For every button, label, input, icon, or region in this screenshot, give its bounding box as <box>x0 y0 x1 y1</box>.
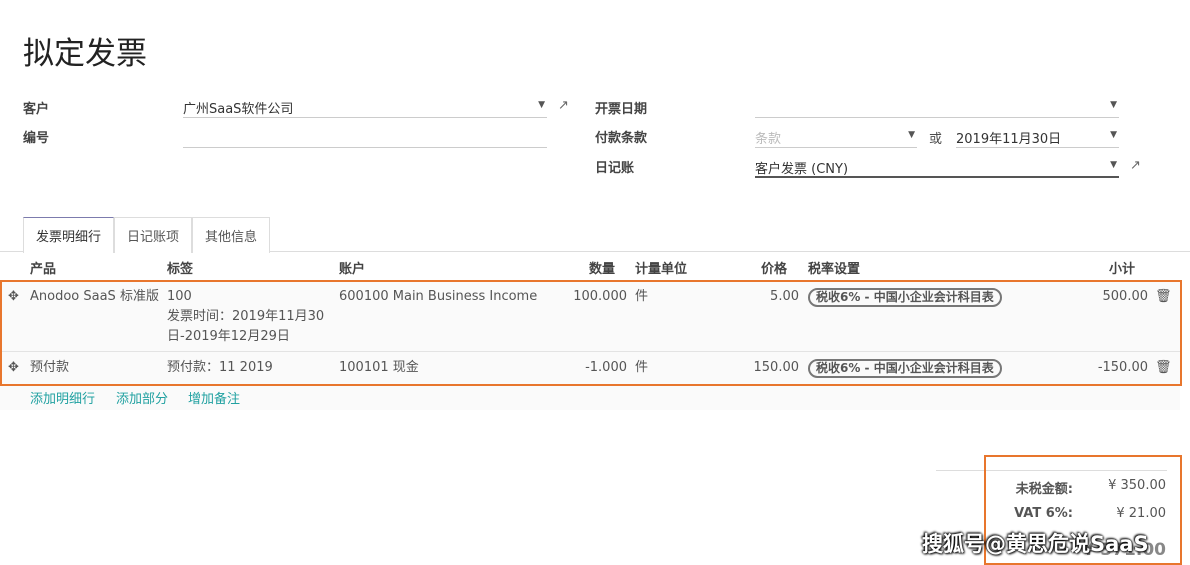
number-label: 编号 <box>23 131 50 146</box>
tabs: 发票明细行 日记账项 其他信息 <box>23 217 271 253</box>
journal-value: 客户发票 (CNY) <box>755 162 849 177</box>
chevron-down-icon[interactable]: ▼ <box>908 130 915 140</box>
external-link-icon[interactable]: ↗ <box>1130 158 1141 173</box>
tab-journal-items[interactable]: 日记账项 <box>114 217 193 253</box>
column-price[interactable]: 价格 <box>761 258 787 277</box>
column-product[interactable]: 产品 <box>30 258 56 277</box>
customer-label: 客户 <box>23 102 50 117</box>
or-label: 或 <box>929 132 943 147</box>
highlight-box-lines <box>0 280 1182 386</box>
customer-value: 广州SaaS软件公司 <box>183 102 294 117</box>
add-lines-bar <box>0 385 1180 410</box>
tab-invoice-lines[interactable]: 发票明细行 <box>23 217 115 253</box>
add-line-link[interactable]: 添加明细行 <box>30 388 95 407</box>
column-quantity[interactable]: 数量 <box>589 258 615 277</box>
column-subtotal[interactable]: 小计 <box>1109 258 1135 277</box>
column-uom[interactable]: 计量单位 <box>635 258 687 277</box>
payment-terms-placeholder: 条款 <box>755 132 782 147</box>
add-note-link[interactable]: 增加备注 <box>188 388 240 407</box>
journal-label: 日记账 <box>595 161 635 176</box>
due-date-field[interactable]: 2019年11月30日 ▼ <box>956 126 1119 148</box>
chevron-down-icon[interactable]: ▼ <box>1110 160 1117 170</box>
chevron-down-icon[interactable]: ▼ <box>1110 100 1117 110</box>
customer-field[interactable]: 广州SaaS软件公司 ▼ <box>183 96 547 118</box>
chevron-down-icon[interactable]: ▼ <box>538 100 545 110</box>
payment-terms-field[interactable]: 条款 ▼ <box>755 126 917 148</box>
external-link-icon[interactable]: ↗ <box>558 98 569 113</box>
watermark: 搜狐号@黄思危说SaaS <box>922 532 1149 556</box>
column-taxes[interactable]: 税率设置 <box>808 258 860 277</box>
add-section-link[interactable]: 添加部分 <box>116 388 168 407</box>
chevron-down-icon[interactable]: ▼ <box>1110 130 1117 140</box>
column-label[interactable]: 标签 <box>167 258 193 277</box>
invoice-date-field[interactable]: ▼ <box>755 96 1119 118</box>
number-field[interactable] <box>183 126 547 148</box>
page-title: 拟定发票 <box>23 36 147 72</box>
invoice-date-label: 开票日期 <box>595 102 648 117</box>
payment-terms-label: 付款条款 <box>595 131 648 146</box>
journal-field[interactable]: 客户发票 (CNY) ▼ <box>755 156 1119 178</box>
tab-other-info[interactable]: 其他信息 <box>192 217 271 253</box>
column-account[interactable]: 账户 <box>339 258 365 277</box>
due-date-value: 2019年11月30日 <box>956 132 1062 147</box>
